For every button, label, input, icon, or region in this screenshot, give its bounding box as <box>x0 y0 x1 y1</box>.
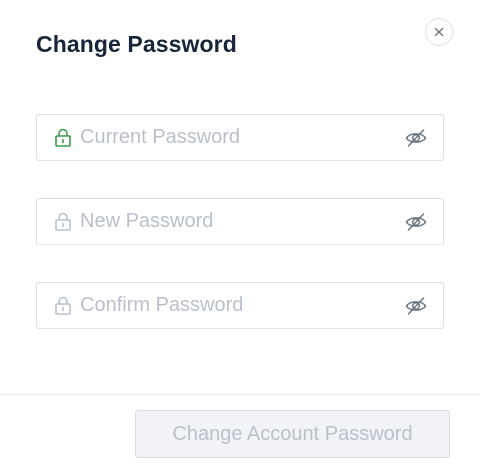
change-password-dialog: Change Password Change Account Password <box>0 0 480 476</box>
close-button[interactable] <box>425 18 453 46</box>
current-password-input[interactable] <box>80 115 380 160</box>
confirm-password-field <box>36 282 444 329</box>
eye-off-icon[interactable] <box>405 211 427 233</box>
lock-icon <box>55 212 71 231</box>
current-password-field <box>36 114 444 161</box>
new-password-input[interactable] <box>80 199 380 244</box>
dialog-title: Change Password <box>36 31 237 57</box>
lock-icon <box>55 128 71 147</box>
close-icon <box>434 27 444 37</box>
footer-divider <box>0 394 480 395</box>
new-password-field <box>36 198 444 245</box>
change-account-password-button[interactable]: Change Account Password <box>135 410 450 458</box>
confirm-password-input[interactable] <box>80 283 380 328</box>
eye-off-icon[interactable] <box>405 127 427 149</box>
eye-off-icon[interactable] <box>405 295 427 317</box>
lock-icon <box>55 296 71 315</box>
